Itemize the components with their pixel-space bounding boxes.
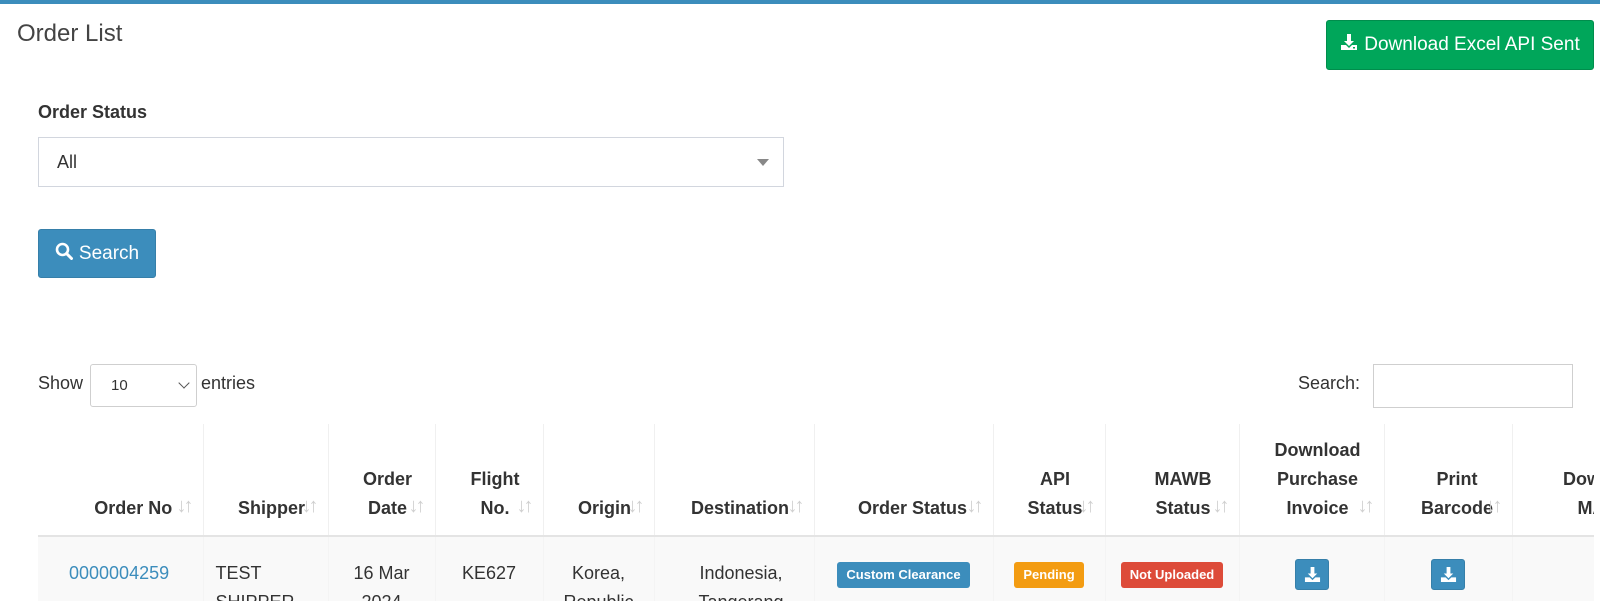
entries-per-page-select[interactable]: 10 <box>90 364 197 407</box>
sort-icon: ↓↑ <box>787 495 805 517</box>
destination-cell: Indonesia, Tangerang <box>654 536 815 601</box>
origin-cell: Korea, Republic <box>543 536 655 601</box>
table-row: 0000004259 TEST SHIPPER 16 Mar 2024 KE62… <box>38 536 1594 601</box>
orders-table-wrapper: Order No ↓↑ Shipper ↓↑ Order Date ↓↑ Flight… <box>38 424 1594 601</box>
order-no-cell: 0000004259 <box>38 536 204 601</box>
search-button-label: Search <box>78 242 140 264</box>
column-header-mawb-status[interactable]: MAWB Status ↓↑ <box>1105 424 1240 537</box>
mawb-status-cell: Not Uploaded <box>1105 536 1240 601</box>
download-purchase-invoice-cell <box>1239 536 1385 601</box>
order-list-panel: Order List Download Excel API Sent Order… <box>0 0 1600 601</box>
sort-icon: ↓↑ <box>176 495 194 517</box>
order-status-badge: Custom Clearance <box>837 562 970 588</box>
page-title: Order List <box>17 20 123 47</box>
table-search-label: Search: <box>1298 373 1361 393</box>
column-header-download-purchase-invoice[interactable]: Download Purchase Invoice ↓↑ <box>1239 424 1385 537</box>
flight-no-cell: KE627 <box>435 536 544 601</box>
column-header-api-status[interactable]: API Status ↓↑ <box>993 424 1106 537</box>
api-status-cell: Pending <box>993 536 1106 601</box>
column-header-shipper[interactable]: Shipper ↓↑ <box>203 424 329 537</box>
download-mawb-cell <box>1512 536 1594 601</box>
order-status-select[interactable]: All <box>38 137 784 187</box>
column-header-flight-no[interactable]: Flight No. ↓↑ <box>435 424 544 537</box>
orders-table: Order No ↓↑ Shipper ↓↑ Order Date ↓↑ Flight… <box>38 424 1594 601</box>
order-status-label: Order Status <box>38 102 148 122</box>
caret-down-icon <box>757 159 769 166</box>
sort-icon: ↓↑ <box>408 495 426 517</box>
column-header-order-status[interactable]: Order Status ↓↑ <box>814 424 994 537</box>
chevron-down-icon <box>178 377 190 389</box>
entries-per-page-value: 10 <box>111 377 128 394</box>
shipper-cell: TEST SHIPPER <box>203 536 329 601</box>
column-header-order-no[interactable]: Order No ↓↑ <box>38 424 204 537</box>
order-date-cell: 16 Mar 2024 <box>328 536 436 601</box>
column-header-download-mawb[interactable]: Download MAWB↓↑ <box>1512 424 1594 537</box>
print-barcode-cell <box>1384 536 1513 601</box>
search-icon <box>55 242 73 266</box>
column-header-destination[interactable]: Destination ↓↑ <box>654 424 815 537</box>
table-header-row: Order No ↓↑ Shipper ↓↑ Order Date ↓↑ Flight… <box>38 424 1594 537</box>
order-status-cell: Custom Clearance <box>814 536 994 601</box>
sort-icon: ↓↑ <box>627 495 645 517</box>
order-status-value: All <box>57 151 78 172</box>
table-search-input[interactable] <box>1373 364 1573 408</box>
search-button[interactable]: Search <box>38 229 156 278</box>
sort-icon: ↓↑ <box>1485 495 1503 517</box>
download-icon <box>1340 33 1358 57</box>
api-status-badge: Pending <box>1014 562 1084 588</box>
sort-icon: ↓↑ <box>516 495 534 517</box>
mawb-status-badge: Not Uploaded <box>1120 562 1224 588</box>
entries-label: entries <box>201 373 256 393</box>
sort-icon: ↓↑ <box>1357 495 1375 517</box>
column-header-origin[interactable]: Origin ↓↑ <box>543 424 655 537</box>
column-header-print-barcode[interactable]: Print Barcode ↓↑ <box>1384 424 1513 537</box>
sort-icon: ↓↑ <box>301 495 319 517</box>
order-no-link[interactable]: 0000004259 <box>69 563 169 583</box>
download-excel-api-sent-button[interactable]: Download Excel API Sent <box>1326 20 1594 70</box>
sort-icon: ↓↑ <box>966 495 984 517</box>
download-purchase-invoice-button[interactable] <box>1294 559 1329 590</box>
sort-icon: ↓↑ <box>1212 495 1230 517</box>
sort-icon: ↓↑ <box>1078 495 1096 517</box>
show-label: Show <box>38 373 84 393</box>
print-barcode-button[interactable] <box>1431 559 1465 590</box>
download-excel-label: Download Excel API Sent <box>1364 34 1580 55</box>
column-header-order-date[interactable]: Order Date ↓↑ <box>328 424 436 537</box>
